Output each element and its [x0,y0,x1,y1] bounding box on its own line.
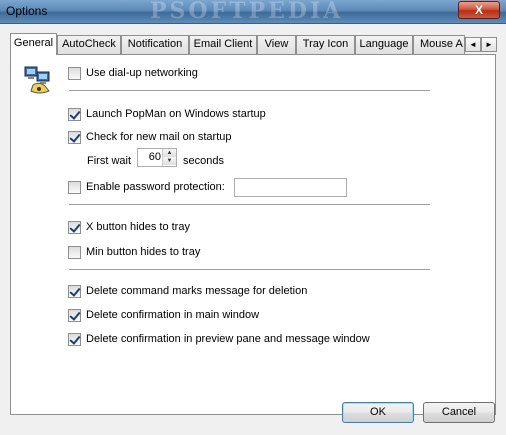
dialup-label: Use dial-up networking [86,67,198,79]
tab-email-client[interactable]: Email Client [189,35,257,54]
x-hides-tray-row[interactable]: X button hides to tray [68,219,190,235]
x-hides-tray-label: X button hides to tray [86,221,190,233]
password-protection-label: Enable password protection: [86,181,225,193]
check-mail-startup-row[interactable]: Check for new mail on startup [68,129,232,145]
delete-marks-row[interactable]: Delete command marks message for deletio… [68,283,307,299]
min-hides-tray-row[interactable]: Min button hides to tray [68,244,200,260]
x-hides-tray-checkbox[interactable] [68,220,81,234]
first-wait-label: First wait [87,155,131,167]
launch-startup-checkbox[interactable] [68,107,81,121]
tab-language[interactable]: Language [355,35,413,54]
tab-notification[interactable]: Notification [121,35,189,54]
delete-confirm-preview-label: Delete confirmation in preview pane and … [86,333,370,345]
delete-confirm-main-row[interactable]: Delete confirmation in main window [68,307,259,323]
close-button[interactable]: X [458,1,500,19]
password-protection-row[interactable]: Enable password protection: [68,179,225,195]
min-hides-tray-checkbox[interactable] [68,245,81,259]
check-mail-startup-checkbox[interactable] [68,130,81,144]
close-icon: X [474,3,483,17]
tab-general[interactable]: General [10,33,57,55]
divider [69,269,430,270]
window-title: Options [6,4,48,18]
general-panel: Use dial-up networking Launch PopMan on … [10,54,496,415]
spinner-arrows: ▲ ▼ [162,149,176,166]
launch-startup-label: Launch PopMan on Windows startup [86,108,266,120]
tab-strip: General AutoCheck Notification Email Cli… [10,33,497,55]
password-protection-checkbox[interactable] [68,180,81,194]
tab-scroll-left-icon[interactable]: ◄ [465,37,481,52]
password-field[interactable] [234,178,347,197]
network-computers-icon [24,66,50,94]
spin-up-icon[interactable]: ▲ [163,149,176,157]
divider [69,90,430,91]
delete-confirm-main-checkbox[interactable] [68,308,81,322]
delete-confirm-preview-checkbox[interactable] [68,332,81,346]
first-wait-unit: seconds [183,155,224,167]
cancel-button[interactable]: Cancel [423,402,495,423]
ok-button[interactable]: OK [342,402,414,423]
window-body: General AutoCheck Notification Email Cli… [0,24,506,435]
delete-marks-checkbox[interactable] [68,284,81,298]
watermark: PSOFTPEDIA [150,0,344,24]
dialup-checkbox[interactable] [68,66,81,80]
tab-scroll-right-icon[interactable]: ► [481,37,497,52]
title-bar: PSOFTPEDIA Options X [0,0,506,24]
dialup-row[interactable]: Use dial-up networking [68,65,198,81]
spin-down-icon[interactable]: ▼ [163,157,176,165]
tab-view[interactable]: View [257,35,296,54]
first-wait-value[interactable]: 60 [141,151,161,163]
min-hides-tray-label: Min button hides to tray [86,246,201,258]
delete-marks-label: Delete command marks message for deletio… [86,285,308,297]
first-wait-spinner[interactable]: 60 ▲ ▼ [137,148,177,167]
launch-startup-row[interactable]: Launch PopMan on Windows startup [68,106,266,122]
check-mail-startup-label: Check for new mail on startup [86,131,232,143]
tab-mouse-actions[interactable]: Mouse A [413,35,465,54]
tab-autocheck[interactable]: AutoCheck [57,35,121,54]
delete-confirm-preview-row[interactable]: Delete confirmation in preview pane and … [68,331,370,347]
divider [69,204,430,205]
delete-confirm-main-label: Delete confirmation in main window [86,309,260,321]
tab-tray-icon[interactable]: Tray Icon [296,35,355,54]
